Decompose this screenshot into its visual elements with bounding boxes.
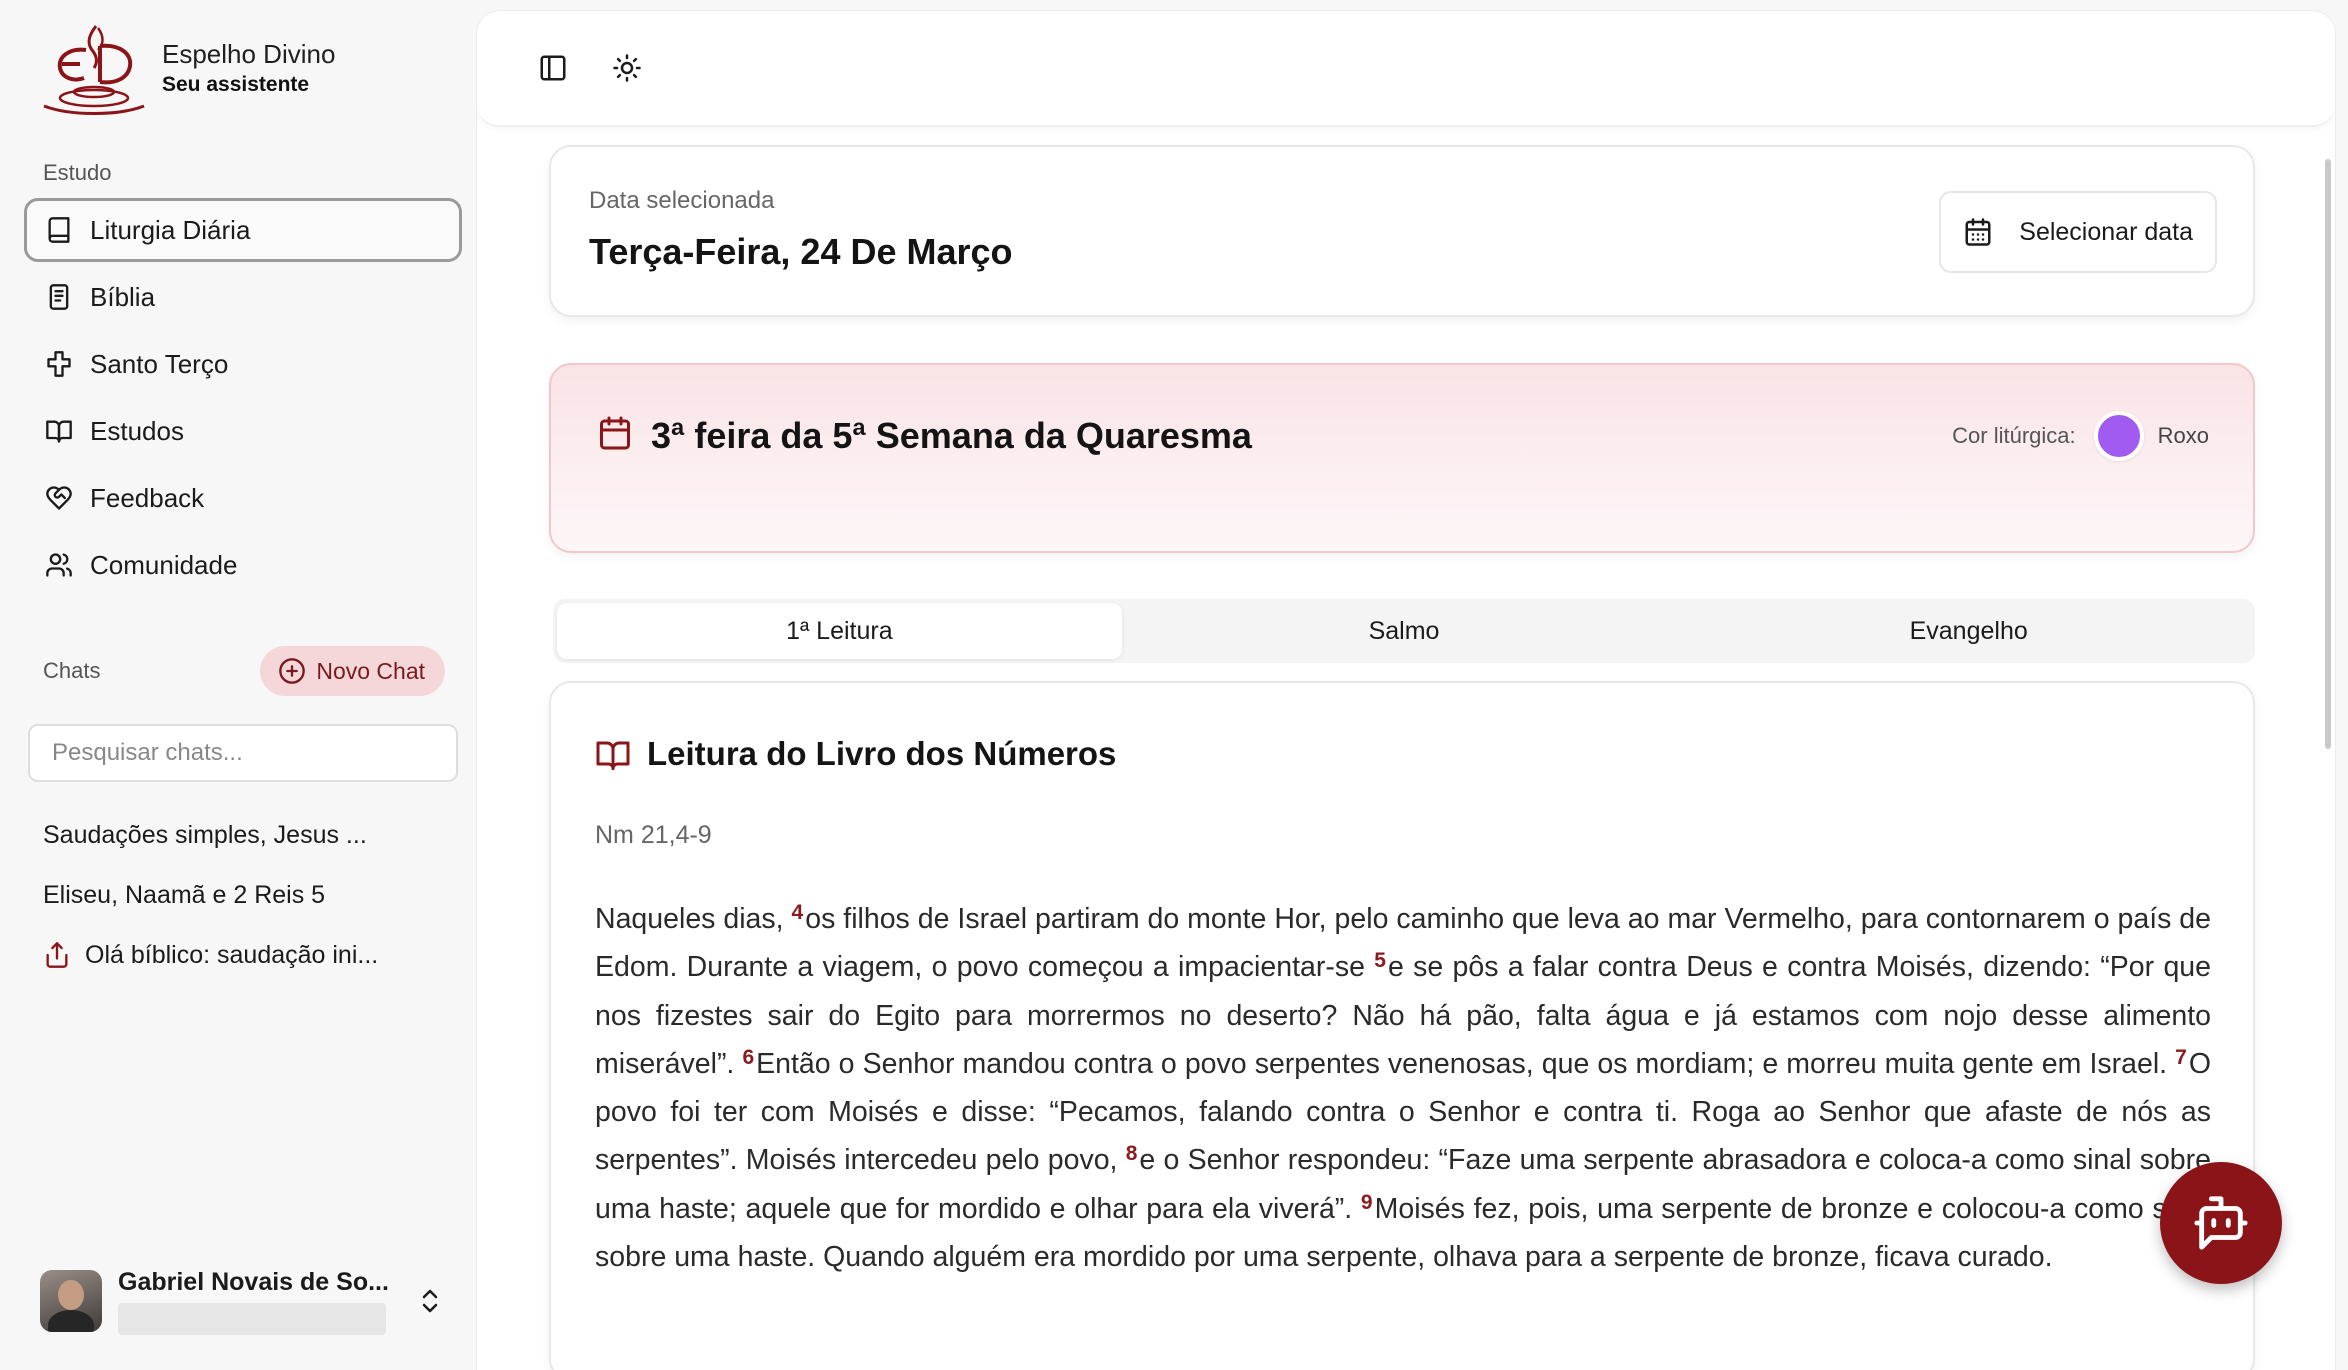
avatar <box>40 1270 102 1332</box>
liturgical-color-swatch <box>2093 411 2144 461</box>
sidebar-item-feedback[interactable]: Feedback <box>24 466 462 530</box>
select-date-label: Selecionar data <box>2019 217 2193 246</box>
verse-number: 7 <box>2175 1045 2187 1069</box>
brand-name: Espelho Divino <box>162 39 336 69</box>
tab-evangelho[interactable]: Evangelho <box>1686 603 2251 659</box>
toggle-sidebar-button[interactable] <box>531 46 575 90</box>
brand[interactable]: Espelho Divino Seu assistente <box>40 20 335 116</box>
sun-icon <box>613 54 641 82</box>
book-icon <box>44 215 74 245</box>
tab-primeira-leitura[interactable]: 1ª Leitura <box>557 603 1122 659</box>
bible-icon <box>44 282 74 312</box>
bot-message-icon <box>2194 1196 2248 1250</box>
verse-number: 6 <box>742 1045 755 1069</box>
chat-item[interactable]: Saudações simples, Jesus ... <box>28 805 458 865</box>
brand-subtitle: Seu assistente <box>162 73 310 96</box>
date-label: Data selecionada <box>589 187 775 214</box>
tab-salmo[interactable]: Salmo <box>1122 603 1687 659</box>
topbar <box>477 11 2335 127</box>
plus-circle-icon <box>279 658 306 684</box>
chats-title: Chats <box>43 658 101 683</box>
chat-item[interactable]: Olá bíblico: saudação ini... <box>28 925 458 985</box>
section-label-estudo: Estudo <box>43 160 112 185</box>
calendar-icon <box>600 416 630 450</box>
reading-tabs: 1ª Leitura Salmo Evangelho <box>553 599 2255 663</box>
verse-number: 9 <box>1360 1190 1373 1214</box>
calendar-icon <box>1965 218 1991 246</box>
search-chats-input[interactable] <box>28 724 458 782</box>
user-email-redacted <box>118 1302 386 1335</box>
reading-title: Leitura do Livro dos Números <box>647 735 1117 772</box>
liturgical-color: Cor litúrgica: Roxo <box>1952 411 2209 461</box>
sidebar-item-estudos[interactable]: Estudos <box>24 399 462 463</box>
main-content: Data selecionada Terça-Feira, 24 De Març… <box>476 10 2336 1370</box>
verse-number: 8 <box>1125 1142 1138 1166</box>
liturgical-color-name: Roxo <box>2157 423 2209 448</box>
sidebar-item-label: Bíblia <box>90 281 156 312</box>
sidebar-item-label: Santo Terço <box>90 348 229 379</box>
cross-icon <box>44 349 74 379</box>
scrollbar[interactable] <box>2325 159 2331 749</box>
liturgy-title: 3ª feira da 5ª Semana da Quaresma <box>651 415 1252 456</box>
sidebar-nav: Liturgia Diária Bíblia Santo Terço Estud… <box>24 198 462 600</box>
chat-item-title: Olá bíblico: saudação ini... <box>85 940 379 969</box>
sidebar-item-liturgia-diaria[interactable]: Liturgia Diária <box>24 198 462 262</box>
sidebar-item-biblia[interactable]: Bíblia <box>24 265 462 329</box>
verse-number: 5 <box>1374 949 1386 973</box>
theme-toggle-button[interactable] <box>605 46 649 90</box>
select-date-button[interactable]: Selecionar data <box>1939 191 2217 273</box>
reading-segment: Então o Senhor mandou contra o povo serp… <box>756 1047 2176 1080</box>
date-card: Data selecionada Terça-Feira, 24 De Març… <box>549 145 2255 317</box>
sidebar-item-comunidade[interactable]: Comunidade <box>24 533 462 597</box>
chat-item-title: Eliseu, Naamã e 2 Reis 5 <box>43 880 326 909</box>
chats-header: Chats Novo Chat <box>43 646 445 696</box>
open-book-icon <box>44 416 74 446</box>
sidebar-item-label: Liturgia Diária <box>90 214 251 245</box>
reading-segment: Naqueles dias, <box>595 903 792 935</box>
user-menu[interactable]: Gabriel Novais de So... <box>40 1266 450 1336</box>
reading-text: Naqueles dias, 4os filhos de Israel part… <box>595 895 2211 1281</box>
share-icon[interactable] <box>43 941 71 969</box>
chat-list: Saudações simples, Jesus ... Eliseu, Naa… <box>28 805 458 985</box>
liturgical-color-label: Cor litúrgica: <box>1952 423 2076 448</box>
new-chat-label: Novo Chat <box>316 657 425 684</box>
chat-assistant-button[interactable] <box>2160 1162 2282 1284</box>
sidebar-item-label: Comunidade <box>90 549 238 580</box>
selected-date: Terça-Feira, 24 De Março <box>589 231 1013 272</box>
chevrons-up-down-icon <box>422 1289 438 1313</box>
chat-item-title: Saudações simples, Jesus ... <box>43 820 367 849</box>
reading-reference: Nm 21,4-9 <box>595 821 712 849</box>
sidebar-item-label: Feedback <box>90 482 205 513</box>
sidebar: Espelho Divino Seu assistente Estudo Lit… <box>0 0 474 1370</box>
reading-card: Leitura do Livro dos Números Nm 21,4-9 N… <box>549 681 2255 1370</box>
heart-handshake-icon <box>44 483 74 513</box>
users-icon <box>44 550 74 580</box>
sidebar-item-label: Estudos <box>90 415 184 446</box>
new-chat-button[interactable]: Novo Chat <box>260 646 445 696</box>
open-book-icon <box>596 741 630 770</box>
sidebar-item-santo-terco[interactable]: Santo Terço <box>24 332 462 396</box>
panel-left-icon <box>540 55 566 81</box>
user-name: Gabriel Novais de So... <box>118 1267 389 1296</box>
espelho-divino-logo <box>43 25 145 115</box>
liturgy-card: 3ª feira da 5ª Semana da Quaresma Cor li… <box>549 363 2255 553</box>
chat-item[interactable]: Eliseu, Naamã e 2 Reis 5 <box>28 865 458 925</box>
verse-number: 4 <box>791 901 804 924</box>
